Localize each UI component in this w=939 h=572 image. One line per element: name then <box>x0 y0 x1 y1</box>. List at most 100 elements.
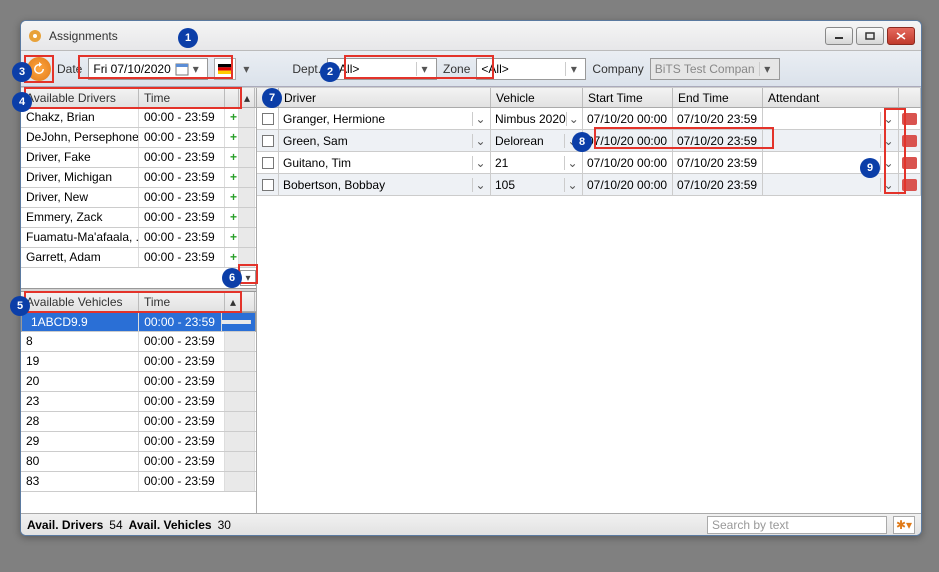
delete-row-button[interactable] <box>899 174 921 195</box>
driver-row[interactable]: Driver, New00:00 - 23:59+ <box>21 188 256 208</box>
assign-attendant[interactable]: ⌄ <box>763 130 899 151</box>
scrollbar[interactable] <box>239 168 255 187</box>
delete-row-button[interactable] <box>899 130 921 151</box>
assign-start[interactable]: 07/10/20 00:00 <box>583 130 673 151</box>
scrollbar[interactable] <box>239 208 255 227</box>
hdr-vehicle[interactable]: Vehicle <box>491 88 583 107</box>
settings-icon[interactable]: ✱▾ <box>893 516 915 534</box>
dept-label: Dept. <box>292 62 321 76</box>
vehicle-time: 00:00 - 23:59 <box>139 352 225 371</box>
plus-icon[interactable]: + <box>225 108 239 127</box>
plus-icon[interactable]: + <box>225 208 239 227</box>
drivers-hdr-time[interactable]: Time <box>139 88 225 107</box>
row-checkbox[interactable] <box>257 152 279 173</box>
scrollbar[interactable] <box>225 392 255 411</box>
scrollbar[interactable] <box>225 452 255 471</box>
flag-dropdown[interactable]: ▾ <box>242 62 250 76</box>
scrollbar[interactable] <box>239 148 255 167</box>
scrollbar[interactable] <box>239 228 255 247</box>
search-input[interactable]: Search by text <box>707 516 887 534</box>
scrollbar[interactable] <box>239 248 255 267</box>
status-drv-label: Avail. Drivers <box>27 518 103 532</box>
plus-icon[interactable]: + <box>225 128 239 147</box>
hdr-end[interactable]: End Time <box>673 88 763 107</box>
scrollbar[interactable] <box>225 432 255 451</box>
driver-row[interactable]: DeJohn, Persephone00:00 - 23:59+ <box>21 128 256 148</box>
vehicles-hdr-time[interactable]: Time <box>139 292 225 311</box>
plus-icon[interactable]: + <box>225 248 239 267</box>
assignment-row[interactable]: Bobertson, Bobbay⌄105⌄07/10/20 00:0007/1… <box>257 174 921 196</box>
assignment-row[interactable]: Granger, Hermione⌄Nimbus 2020⌄07/10/20 0… <box>257 108 921 130</box>
driver-row[interactable]: Driver, Michigan00:00 - 23:59+ <box>21 168 256 188</box>
row-checkbox[interactable] <box>257 108 279 129</box>
vehicle-row[interactable]: 8000:00 - 23:59 <box>21 452 256 472</box>
close-button[interactable] <box>887 27 915 45</box>
assign-start[interactable]: 07/10/20 00:00 <box>583 152 673 173</box>
vehicle-name: 20 <box>21 372 139 391</box>
annotation-7: 7 <box>262 88 282 108</box>
assign-start[interactable]: 07/10/20 00:00 <box>583 108 673 129</box>
maximize-button[interactable] <box>856 27 884 45</box>
vehicle-row[interactable]: 800:00 - 23:59 <box>21 332 256 352</box>
assign-attendant[interactable]: ⌄ <box>763 108 899 129</box>
driver-row[interactable]: Chakz, Brian00:00 - 23:59+ <box>21 108 256 128</box>
assign-end[interactable]: 07/10/20 23:59 <box>673 130 763 151</box>
scrollbar[interactable] <box>225 352 255 371</box>
vehicle-row[interactable]: 2800:00 - 23:59 <box>21 412 256 432</box>
vehicle-row[interactable]: 8300:00 - 23:59 <box>21 472 256 492</box>
dept-select[interactable]: <All> ▾ <box>327 58 437 80</box>
scrollbar[interactable] <box>225 332 255 351</box>
assign-vehicle[interactable]: Nimbus 2020⌄ <box>491 108 583 129</box>
assign-end[interactable]: 07/10/20 23:59 <box>673 108 763 129</box>
row-checkbox[interactable] <box>257 174 279 195</box>
driver-time: 00:00 - 23:59 <box>139 128 225 147</box>
vehicle-row[interactable]: 2300:00 - 23:59 <box>21 392 256 412</box>
vehicle-row[interactable]: 1ABCD9.900:00 - 23:59 <box>21 312 256 332</box>
hdr-attendant[interactable]: Attendant <box>763 88 899 107</box>
plus-icon[interactable]: + <box>225 188 239 207</box>
scrollbar[interactable] <box>239 108 255 127</box>
scrollbar[interactable] <box>225 372 255 391</box>
driver-row[interactable]: Emmery, Zack00:00 - 23:59+ <box>21 208 256 228</box>
assign-attendant[interactable]: ⌄ <box>763 174 899 195</box>
plus-icon[interactable]: + <box>225 168 239 187</box>
drivers-hdr-name[interactable]: Available Drivers <box>21 88 139 107</box>
vehicle-row[interactable]: 2900:00 - 23:59 <box>21 432 256 452</box>
vehicle-row[interactable]: 1900:00 - 23:59 <box>21 352 256 372</box>
plus-icon[interactable]: + <box>225 228 239 247</box>
flag-icon[interactable] <box>214 58 236 80</box>
scrollbar[interactable] <box>222 320 251 324</box>
scrollbar[interactable] <box>239 128 255 147</box>
vehicle-row[interactable]: 2000:00 - 23:59 <box>21 372 256 392</box>
scrollbar[interactable] <box>225 472 255 491</box>
company-select[interactable]: BiTS Test Company ▾ <box>650 58 780 80</box>
zone-select[interactable]: <All> ▾ <box>476 58 586 80</box>
plus-icon[interactable]: + <box>225 148 239 167</box>
assign-vehicle[interactable]: 105⌄ <box>491 174 583 195</box>
assign-end[interactable]: 07/10/20 23:59 <box>673 174 763 195</box>
assign-vehicle[interactable]: Delorean⌄ <box>491 130 583 151</box>
assign-vehicle[interactable]: 21⌄ <box>491 152 583 173</box>
assign-end[interactable]: 07/10/20 23:59 <box>673 152 763 173</box>
app-icon <box>27 28 43 44</box>
minimize-button[interactable] <box>825 27 853 45</box>
delete-row-button[interactable] <box>899 152 921 173</box>
row-checkbox[interactable] <box>257 130 279 151</box>
scrollbar[interactable] <box>239 188 255 207</box>
add-driver-button[interactable]: ▾ <box>240 270 256 286</box>
date-picker[interactable]: Fri 07/10/2020 ▾ <box>88 58 208 80</box>
assign-driver[interactable]: Guitano, Tim⌄ <box>279 152 491 173</box>
driver-row[interactable]: Fuamatu-Ma'afaala, ...00:00 - 23:59+ <box>21 228 256 248</box>
scrollbar[interactable] <box>225 412 255 431</box>
delete-row-button[interactable] <box>899 108 921 129</box>
hdr-start[interactable]: Start Time <box>583 88 673 107</box>
vehicles-hdr-name[interactable]: Available Vehicles <box>21 292 139 311</box>
driver-row[interactable]: Driver, Fake00:00 - 23:59+ <box>21 148 256 168</box>
assign-driver[interactable]: Granger, Hermione⌄ <box>279 108 491 129</box>
driver-row[interactable]: Garrett, Adam00:00 - 23:59+ <box>21 248 256 268</box>
assign-driver[interactable]: Bobertson, Bobbay⌄ <box>279 174 491 195</box>
hdr-driver[interactable]: Driver <box>279 88 491 107</box>
assignment-row[interactable]: Guitano, Tim⌄21⌄07/10/20 00:0007/10/20 2… <box>257 152 921 174</box>
assign-driver[interactable]: Green, Sam⌄ <box>279 130 491 151</box>
assign-start[interactable]: 07/10/20 00:00 <box>583 174 673 195</box>
